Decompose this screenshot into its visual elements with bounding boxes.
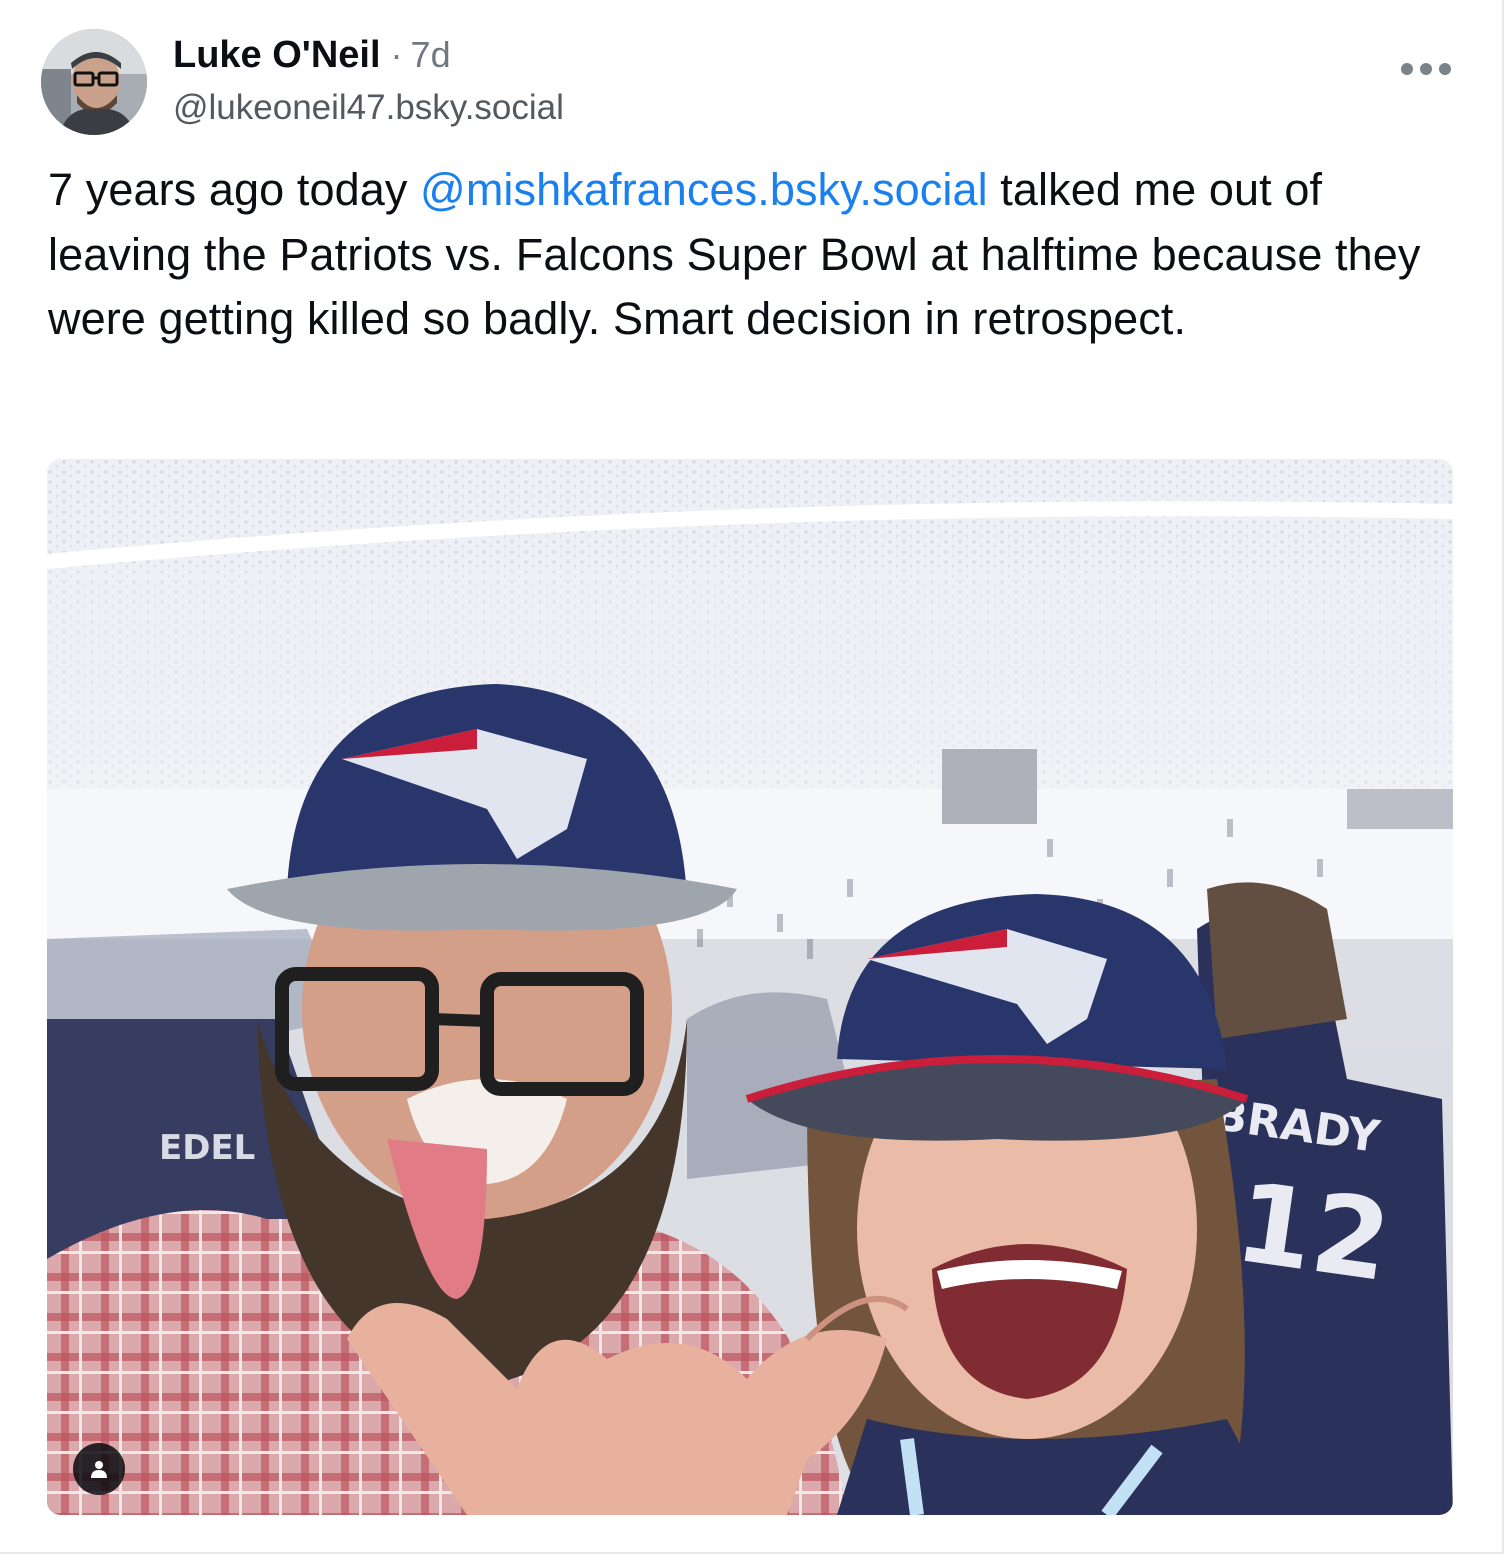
post-text-part: 7 years ago today	[48, 164, 421, 215]
post-image[interactable]: BRADY 12 EDEL	[47, 459, 1453, 1515]
header-separator: ·	[390, 34, 403, 75]
author-avatar[interactable]	[41, 29, 147, 135]
author-handle[interactable]: @lukeoneil47.bsky.social	[173, 88, 564, 128]
more-options-button[interactable]	[1398, 52, 1454, 86]
stadium-selfie-image: BRADY 12 EDEL	[47, 459, 1453, 1515]
author-display-name[interactable]: Luke O'Neil	[173, 34, 381, 77]
ellipsis-icon	[1401, 63, 1451, 75]
post-card[interactable]: Luke O'Neil · 7d @lukeoneil47.bsky.socia…	[0, 0, 1504, 1554]
avatar-image	[41, 29, 147, 135]
post-header: Luke O'Neil · 7d	[173, 34, 451, 84]
post-text: 7 years ago today @mishkafrances.bsky.so…	[48, 158, 1458, 352]
post-timestamp[interactable]: 7d	[411, 34, 451, 76]
person-icon	[91, 1461, 107, 1478]
image-alt-button[interactable]	[73, 1443, 125, 1495]
mention-link[interactable]: @mishkafrances.bsky.social	[420, 164, 988, 215]
